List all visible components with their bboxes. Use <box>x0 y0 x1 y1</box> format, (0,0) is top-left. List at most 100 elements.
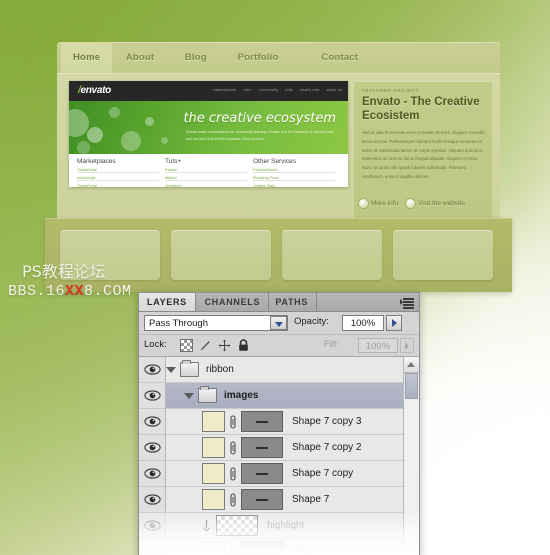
column-link[interactable]: ThemeForest <box>77 168 159 173</box>
layer-content: images <box>166 383 403 408</box>
panel-menu-icon[interactable] <box>400 297 414 309</box>
column-link[interactable]: FreelanceSwitch <box>253 168 335 173</box>
layer-row[interactable]: Shape 7 <box>139 487 419 513</box>
link-icon[interactable] <box>229 414 237 430</box>
link-icon[interactable] <box>229 466 237 482</box>
layer-thumbnail[interactable] <box>202 463 225 484</box>
disclosure-triangle-icon[interactable] <box>166 366 176 373</box>
lock-transparency-icon[interactable] <box>180 339 193 352</box>
folder-icon <box>198 386 217 403</box>
link-icon[interactable] <box>229 544 237 555</box>
lock-position-icon[interactable] <box>218 339 231 352</box>
layer-content: Shape 7 <box>166 487 403 512</box>
screenshot-column: Marketplaces ThemeForest AudioJungle ThemeF… <box>77 158 159 187</box>
lock-all-icon[interactable] <box>237 339 250 352</box>
fill-slider-arrow-icon[interactable] <box>400 338 414 353</box>
layer-row[interactable]: Shape 7 copy <box>139 461 419 487</box>
column-link[interactable]: Creative Stack <box>253 184 335 187</box>
opacity-slider-arrow-icon[interactable] <box>386 315 402 331</box>
layer-visibility-toggle[interactable] <box>139 539 166 555</box>
screenshot-column: Other Services FreelanceSwitch Photoshop P… <box>253 158 335 187</box>
layers-list[interactable]: ribbon images Shape 7 copy 3 Shape 7 copy 2… <box>139 357 419 555</box>
column-link[interactable]: ThemeForest <box>77 184 159 187</box>
layer-row[interactable]: ribbon <box>139 357 419 383</box>
disclosure-triangle-icon[interactable] <box>184 392 194 399</box>
blend-mode-select[interactable]: Pass Through <box>144 315 288 331</box>
layer-thumbnail[interactable] <box>202 437 225 458</box>
nav-item-contact[interactable]: Contact <box>309 42 370 73</box>
column-link[interactable]: Photoshop Press <box>253 176 335 181</box>
column-title: Other Services <box>253 158 296 165</box>
screenshot-topbar: /envato marketplaces tuts+ community jobs wh… <box>69 81 348 101</box>
scroll-up-arrow-icon[interactable] <box>404 357 419 373</box>
layer-name: Shape 7 <box>292 494 330 505</box>
fill-input[interactable]: 100% <box>358 338 398 353</box>
vector-mask-thumbnail[interactable] <box>241 541 283 555</box>
layers-scrollbar[interactable] <box>403 357 419 555</box>
layer-visibility-toggle[interactable] <box>139 357 166 382</box>
ribbon-thumbnail-3[interactable] <box>282 230 382 280</box>
layer-visibility-toggle[interactable] <box>139 409 166 434</box>
link-icon[interactable] <box>229 440 237 456</box>
layer-row[interactable]: Shape 7 copy 2 <box>139 435 419 461</box>
screenshot-nav-item: jobs <box>285 88 293 92</box>
layer-row[interactable]: images <box>139 383 419 409</box>
layer-thumbnail[interactable] <box>216 515 258 536</box>
layer-row[interactable]: Shape 9 <box>139 539 419 555</box>
column-link[interactable]: Psdtuts+ <box>165 168 247 173</box>
vector-mask-thumbnail[interactable] <box>241 411 283 432</box>
layer-thumbnail[interactable] <box>202 411 225 432</box>
nav-item-portfolio[interactable]: Portfolio <box>226 42 291 73</box>
layer-visibility-toggle[interactable] <box>139 435 166 460</box>
lock-image-icon[interactable] <box>199 339 212 352</box>
layer-content: highlight <box>166 513 403 538</box>
lock-label: Lock: <box>144 339 167 350</box>
layer-visibility-toggle[interactable] <box>139 487 166 512</box>
visit-website-label: Visit the website <box>418 199 465 207</box>
column-link[interactable]: Vectortuts+ <box>165 184 247 187</box>
blend-mode-chevron-down-icon[interactable] <box>270 316 287 330</box>
screenshot-nav-item: about us <box>326 88 342 92</box>
scrollbar-thumb[interactable] <box>405 373 418 399</box>
magnifier-icon <box>406 198 416 208</box>
layer-content: Shape 7 copy <box>166 461 403 486</box>
tab-channels[interactable]: CHANNELS <box>197 293 270 311</box>
nav-item-about[interactable]: About <box>114 42 166 73</box>
nav-item-blog[interactable]: Blog <box>173 42 219 73</box>
clipping-mask-arrow-icon <box>202 519 211 533</box>
layer-content: Shape 7 copy 3 <box>166 409 403 434</box>
watermark-suffix: 8.COM <box>84 283 132 300</box>
ribbon-thumbnail-4[interactable] <box>393 230 493 280</box>
column-link[interactable]: Nettuts+ <box>165 176 247 181</box>
opacity-input[interactable]: 100% <box>342 315 384 331</box>
visit-website-button[interactable]: Visit the website <box>406 198 465 208</box>
column-link[interactable]: AudioJungle <box>77 176 159 181</box>
screenshot-nav-item: tuts+ <box>243 88 253 92</box>
more-info-button[interactable]: More info <box>359 198 398 208</box>
screenshot-topnav: marketplaces tuts+ community jobs what's new… <box>213 88 342 92</box>
layer-row[interactable]: Shape 7 copy 3 <box>139 409 419 435</box>
link-icon[interactable] <box>229 492 237 508</box>
layer-name: ribbon <box>206 364 234 375</box>
opacity-label: Opacity: <box>294 316 329 327</box>
screenshot-hero: the creative ecosystem Envato leads mark… <box>69 101 348 154</box>
layer-visibility-toggle[interactable] <box>139 461 166 486</box>
layer-visibility-toggle[interactable] <box>139 383 166 408</box>
hero-heading: the creative ecosystem <box>183 111 336 126</box>
vector-mask-thumbnail[interactable] <box>241 463 283 484</box>
layer-visibility-toggle[interactable] <box>139 513 166 538</box>
tab-layers[interactable]: LAYERS <box>139 293 196 311</box>
feature-kicker: FEATURED PROJECT <box>362 88 420 93</box>
watermark-line-1: PS教程论坛 <box>22 262 106 281</box>
layer-thumbnail[interactable] <box>202 541 225 555</box>
vector-mask-thumbnail[interactable] <box>241 437 283 458</box>
column-title: Tuts+ <box>165 158 182 165</box>
vector-mask-thumbnail[interactable] <box>241 489 283 510</box>
panel-tab-bar: LAYERS CHANNELS PATHS <box>139 293 419 312</box>
nav-item-home[interactable]: Home <box>61 42 113 73</box>
layer-row[interactable]: highlight <box>139 513 419 539</box>
layer-thumbnail[interactable] <box>202 489 225 510</box>
screen-root: Home About Blog Portfolio Contact /envato ma… <box>0 0 550 555</box>
tab-paths[interactable]: PATHS <box>267 293 318 311</box>
layer-name: Shape 7 copy <box>292 468 354 479</box>
